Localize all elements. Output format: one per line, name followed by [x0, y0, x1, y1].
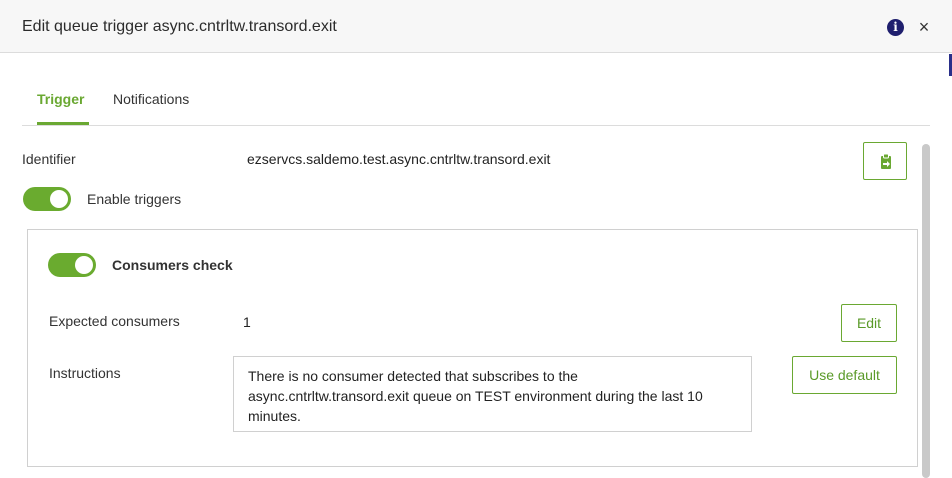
active-tab-indicator	[37, 122, 89, 125]
close-icon[interactable]: ×	[917, 17, 931, 37]
tab-bar: Trigger Notifications	[22, 86, 930, 126]
use-default-button[interactable]: Use default	[792, 356, 897, 394]
consumers-check-toggle[interactable]	[48, 253, 96, 277]
enable-triggers-label: Enable triggers	[87, 191, 182, 207]
enable-triggers-toggle[interactable]	[23, 187, 71, 211]
identifier-value: ezservcs.saldemo.test.async.cntrltw.tran…	[247, 151, 551, 167]
toggle-knob	[75, 256, 93, 274]
tab-trigger[interactable]: Trigger	[37, 91, 84, 107]
consumers-check-title: Consumers check	[112, 257, 233, 273]
instructions-label: Instructions	[49, 365, 121, 381]
expected-consumers-label: Expected consumers	[49, 313, 180, 329]
copy-identifier-button[interactable]	[863, 142, 907, 180]
modal-header: Edit queue trigger async.cntrltw.transor…	[0, 0, 952, 53]
tab-notifications[interactable]: Notifications	[113, 91, 189, 107]
expected-consumers-value: 1	[243, 314, 251, 330]
modal-title: Edit queue trigger async.cntrltw.transor…	[22, 18, 337, 35]
vertical-scrollbar[interactable]	[922, 144, 930, 478]
identifier-label: Identifier	[22, 151, 76, 167]
info-circle-icon[interactable]: i	[887, 19, 904, 36]
toggle-knob	[50, 190, 68, 208]
copy-clipboard-icon	[881, 153, 891, 169]
edit-button[interactable]: Edit	[841, 304, 897, 342]
instructions-textarea[interactable]: There is no consumer detected that subsc…	[233, 356, 752, 432]
